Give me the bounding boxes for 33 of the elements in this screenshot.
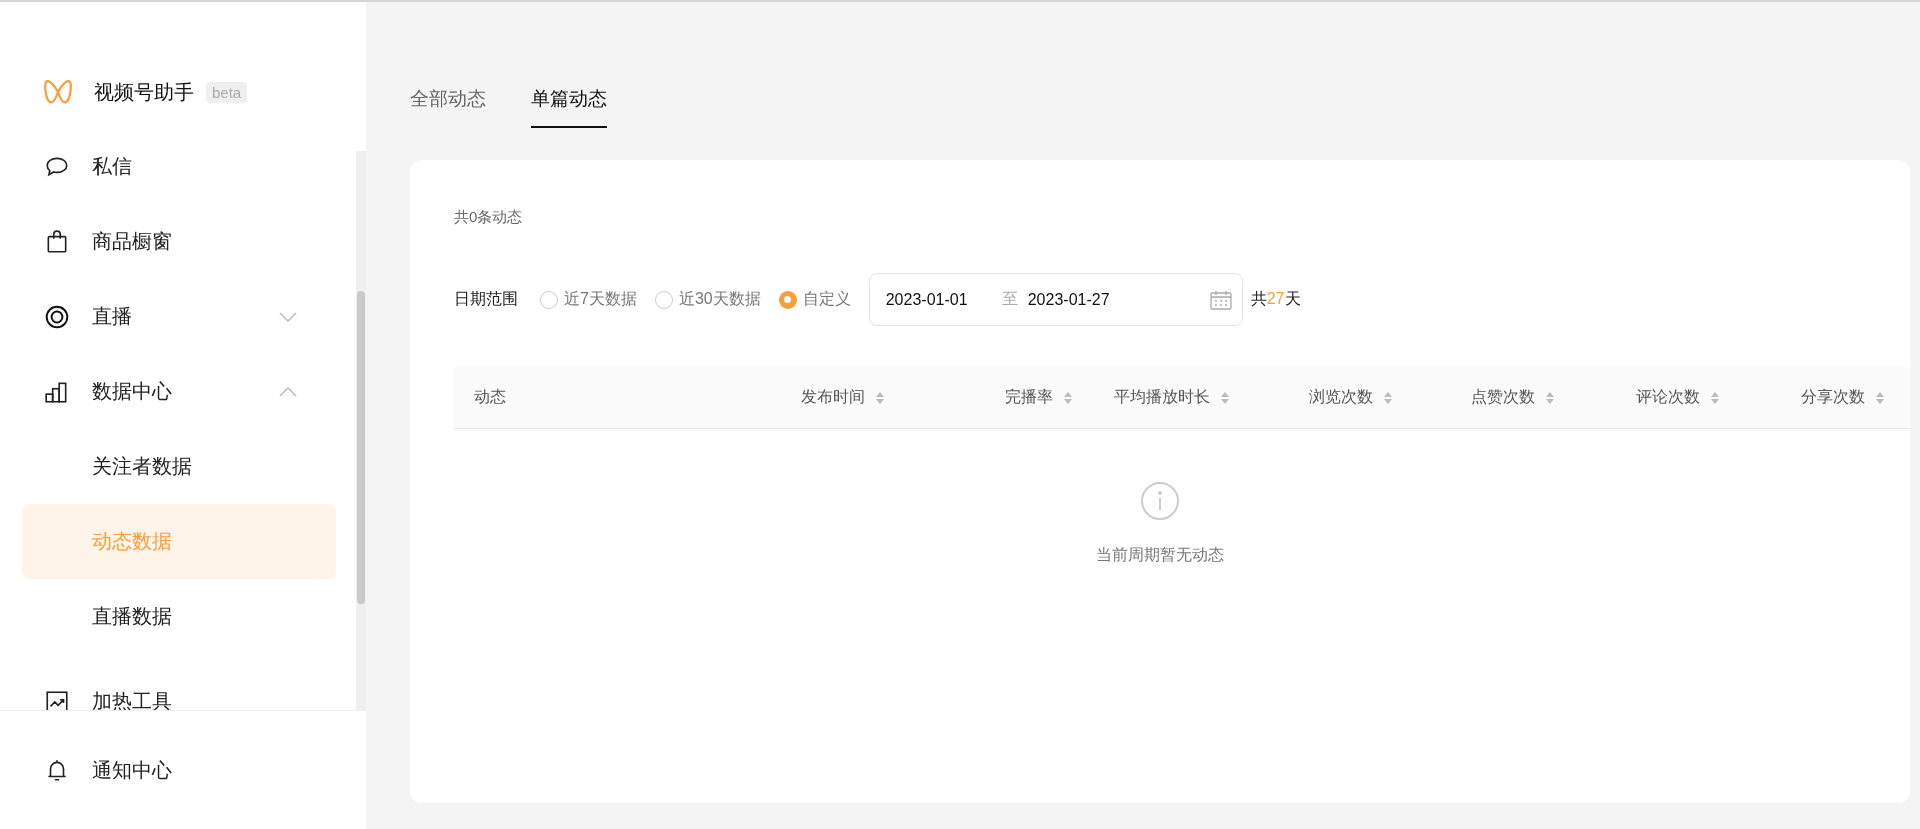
date-range-field[interactable]: 2023-01-01 至 2023-01-27 <box>868 273 1243 326</box>
calendar-icon <box>1209 289 1232 310</box>
column-header[interactable]: 完播率 <box>1005 387 1053 408</box>
trend-chart-icon <box>44 688 70 710</box>
sidebar-subitem[interactable]: 直播数据 <box>22 579 336 654</box>
scrollbar-thumb[interactable] <box>357 291 365 604</box>
beta-badge: beta <box>206 81 248 103</box>
post-count: 共0条动态 <box>454 207 524 227</box>
info-icon <box>1140 481 1180 521</box>
tab[interactable]: 单篇动态 <box>531 72 607 128</box>
column-header: 动态 <box>474 387 506 407</box>
app-name: 视频号助手 <box>94 79 194 105</box>
column-header[interactable]: 平均播放时长 <box>1114 387 1210 408</box>
column-header[interactable]: 浏览次数 <box>1309 387 1373 408</box>
sidebar-item[interactable]: 直播 <box>0 279 336 354</box>
empty-message: 当前周期暂无动态 <box>1096 545 1224 565</box>
sidebar-subitem[interactable]: 关注者数据 <box>22 429 336 504</box>
column-header[interactable]: 点赞次数 <box>1471 387 1535 408</box>
chevron-up-icon <box>278 385 298 398</box>
radio-option[interactable]: 近30天数据 <box>654 289 761 310</box>
column-header[interactable]: 分享次数 <box>1801 387 1865 408</box>
sidebar-item[interactable]: 商品橱窗 <box>0 204 336 279</box>
date-range-label: 日期范围 <box>454 289 518 309</box>
radio-option[interactable]: 近7天数据 <box>540 289 637 310</box>
column-header[interactable]: 发布时间 <box>801 387 865 408</box>
radio-option[interactable]: 自定义 <box>778 289 851 310</box>
live-circle-icon <box>44 303 70 330</box>
total-days: 共27天 <box>1250 289 1301 310</box>
sidebar-item[interactable]: 私信 <box>0 129 336 204</box>
tab[interactable]: 全部动态 <box>410 72 486 128</box>
chevron-down-icon <box>278 310 298 323</box>
sidebar-item[interactable]: 数据中心 <box>0 354 336 429</box>
column-header[interactable]: 评论次数 <box>1636 387 1700 408</box>
